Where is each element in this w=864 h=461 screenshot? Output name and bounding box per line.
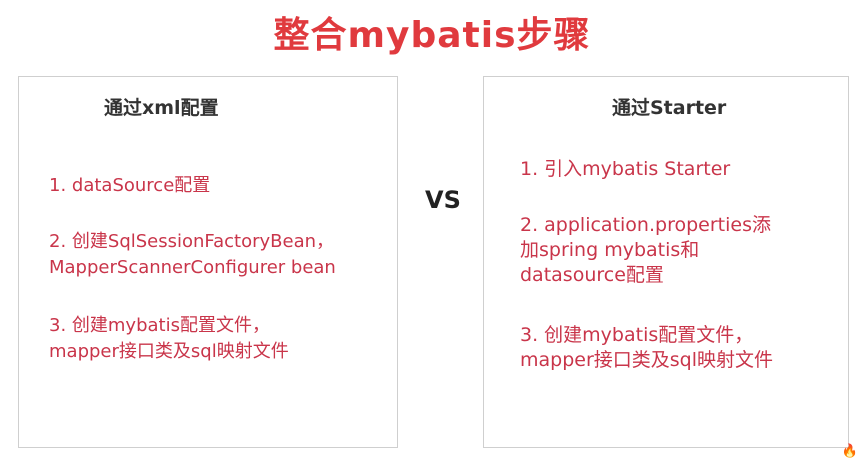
- xml-config-panel: 通过xml配置 1. dataSource配置 2. 创建SqlSessionF…: [18, 76, 398, 448]
- step-3: 3. 创建mybatis配置文件， mapper接口类及sql映射文件: [49, 315, 289, 362]
- starter-panel: 通过Starter 1. 引入mybatis Starter 2. applic…: [483, 76, 849, 448]
- step-3: 3. 创建mybatis配置文件， mapper接口类及sql映射文件: [520, 324, 774, 371]
- panel-heading: 通过xml配置: [104, 97, 219, 119]
- step-1: 1. dataSource配置: [49, 175, 211, 196]
- panel-heading: 通过Starter: [612, 97, 727, 119]
- vs-label: VS: [425, 186, 461, 214]
- step-2: 2. application.properties添 加spring mybati…: [520, 214, 771, 286]
- flame-logo-icon: 🔥: [841, 444, 858, 459]
- step-2: 2. 创建SqlSessionFactoryBean， MapperScanner…: [49, 231, 336, 278]
- step-1: 1. 引入mybatis Starter: [520, 158, 731, 180]
- slide-title: 整合mybatis步骤: [273, 15, 591, 56]
